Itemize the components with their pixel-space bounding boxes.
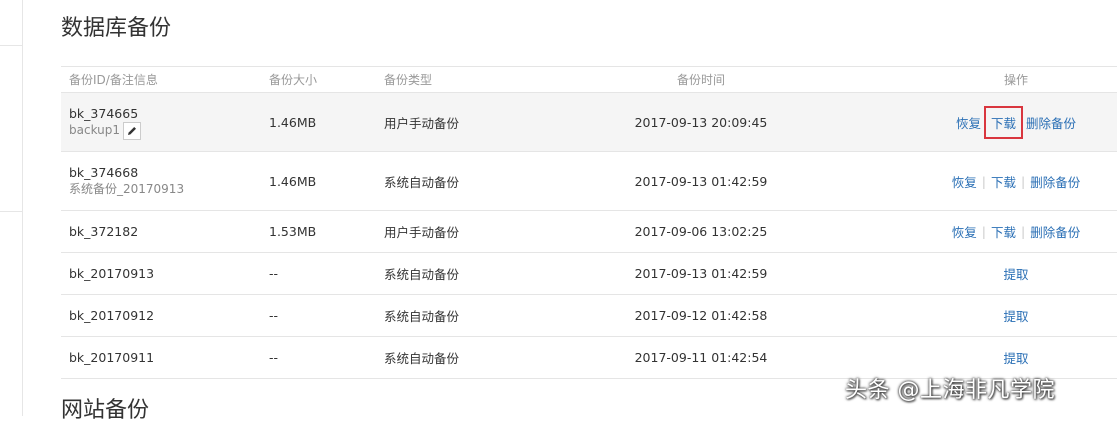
backup-size: 1.46MB — [269, 173, 317, 189]
ops-cell: 恢复 | 下载 | 删除备份 — [901, 211, 1117, 252]
backup-note-text: backup1 — [69, 123, 121, 137]
backup-type: 用户手动备份 — [384, 225, 460, 240]
website-backup-title: 网站备份 — [61, 398, 150, 423]
restore-link[interactable]: 恢复 — [952, 222, 977, 241]
table-row: bk_20170912 -- 系统自动备份 2017-09-12 01:42:5… — [61, 295, 1117, 337]
backup-note: 系统备份_20170913 — [69, 181, 184, 198]
header-type: 备份类型 — [384, 73, 433, 87]
sidebar-divider — [0, 45, 22, 46]
backup-id: bk_374665 — [69, 105, 139, 121]
extract-link[interactable]: 提取 — [1003, 348, 1028, 367]
pencil-icon — [128, 126, 137, 135]
download-link[interactable]: 下载 — [991, 116, 1016, 131]
backup-size: 1.46MB — [269, 114, 317, 130]
backup-id: bk_374668 — [69, 165, 139, 180]
backup-size: 1.53MB — [269, 224, 317, 239]
backup-type: 用户手动备份 — [384, 115, 460, 131]
separator: | — [981, 173, 986, 189]
header-ops: 操作 — [1003, 73, 1028, 87]
backup-table: 备份ID/备注信息 备份大小 备份类型 备份时间 操作 bk_374665 ba… — [61, 66, 1117, 379]
left-sidebar-edge — [0, 0, 23, 416]
download-link[interactable]: 下载 — [991, 172, 1016, 191]
backup-id: bk_372182 — [69, 224, 139, 239]
ops-cell: 恢复 下载 删除备份 — [901, 93, 1117, 151]
header-size: 备份大小 — [269, 73, 318, 87]
extract-link[interactable]: 提取 — [1003, 306, 1028, 325]
sidebar-divider — [0, 211, 22, 212]
id-cell: bk_20170912 — [69, 295, 259, 336]
separator: | — [1021, 173, 1026, 189]
delete-backup-link[interactable]: 删除备份 — [1030, 172, 1080, 191]
watermark: 头条 @上海非凡学院 — [845, 378, 1055, 403]
backup-type: 系统自动备份 — [384, 267, 460, 282]
download-highlight-box: 下载 — [983, 105, 1023, 139]
table-row: bk_372182 1.53MB 用户手动备份 2017-09-06 13:02… — [61, 211, 1117, 253]
separator: | — [1021, 224, 1026, 239]
backup-type: 系统自动备份 — [384, 309, 460, 324]
restore-link[interactable]: 恢复 — [952, 172, 977, 191]
backup-size: -- — [269, 350, 279, 365]
ops-cell: 恢复 | 下载 | 删除备份 — [901, 152, 1117, 210]
table-row: bk_374665 backup1 1.46MB 用户手动备份 2017-09-… — [61, 93, 1117, 152]
backup-id: bk_20170911 — [69, 350, 155, 365]
table-row: bk_374668 系统备份_20170913 1.46MB 系统自动备份 20… — [61, 152, 1117, 211]
table-header-row: 备份ID/备注信息 备份大小 备份类型 备份时间 操作 — [61, 67, 1117, 93]
header-id: 备份ID/备注信息 — [69, 73, 158, 87]
backup-id: bk_20170912 — [69, 308, 155, 323]
id-cell: bk_20170913 — [69, 253, 259, 294]
id-cell: bk_20170911 — [69, 337, 259, 378]
backup-note-text: 系统备份_20170913 — [69, 182, 185, 196]
id-cell: bk_374668 系统备份_20170913 — [69, 152, 259, 210]
delete-backup-link[interactable]: 删除备份 — [1030, 222, 1080, 241]
id-cell: bk_374665 backup1 — [69, 93, 259, 151]
backup-id: bk_20170913 — [69, 266, 155, 281]
backup-time: 2017-09-13 01:42:59 — [634, 173, 768, 189]
backup-time: 2017-09-06 13:02:25 — [634, 224, 768, 239]
header-time: 备份时间 — [676, 73, 725, 87]
backup-size: -- — [269, 308, 279, 323]
extract-link[interactable]: 提取 — [1003, 264, 1028, 283]
backup-size: -- — [269, 266, 279, 281]
backup-time: 2017-09-13 20:09:45 — [634, 114, 768, 130]
restore-link[interactable]: 恢复 — [956, 113, 981, 132]
page-title: 数据库备份 — [61, 16, 172, 41]
ops-cell: 提取 — [901, 295, 1117, 336]
delete-backup-link[interactable]: 删除备份 — [1026, 113, 1076, 132]
table-row: bk_20170913 -- 系统自动备份 2017-09-13 01:42:5… — [61, 253, 1117, 295]
ops-cell: 提取 — [901, 253, 1117, 294]
backup-time: 2017-09-13 01:42:59 — [634, 266, 768, 281]
backup-type: 系统自动备份 — [384, 351, 460, 366]
backup-time: 2017-09-11 01:42:54 — [634, 350, 768, 365]
backup-time: 2017-09-12 01:42:58 — [634, 308, 768, 323]
separator: | — [981, 224, 986, 239]
id-cell: bk_372182 — [69, 211, 259, 252]
download-link[interactable]: 下载 — [991, 222, 1016, 241]
backup-type: 系统自动备份 — [384, 174, 460, 190]
backup-note: backup1 — [69, 121, 142, 140]
edit-note-button[interactable] — [123, 121, 142, 140]
